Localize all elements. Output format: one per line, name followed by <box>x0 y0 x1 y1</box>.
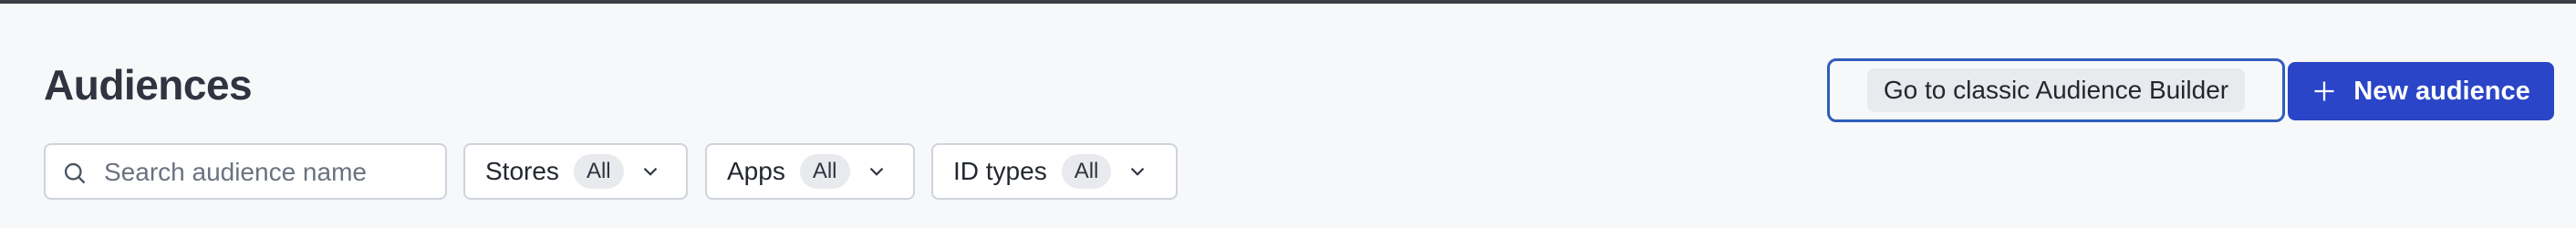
new-audience-label: New audience <box>2353 76 2530 106</box>
chevron-down-icon <box>643 167 657 176</box>
search-icon <box>64 162 86 184</box>
top-border <box>0 0 2576 4</box>
new-audience-button[interactable]: New audience <box>2288 62 2554 120</box>
filter-apps-label: Apps <box>727 157 785 185</box>
plus-icon <box>2314 81 2334 101</box>
filter-stores-label: Stores <box>485 157 559 185</box>
classic-audience-builder-label: Go to classic Audience Builder <box>1866 68 2246 112</box>
filter-id-types-value: All <box>1061 154 1112 189</box>
filter-stores-value: All <box>573 154 624 189</box>
search-input[interactable] <box>102 152 434 192</box>
chevron-down-icon <box>869 167 883 176</box>
filter-stores[interactable]: Stores All <box>463 143 688 200</box>
filter-apps[interactable]: Apps All <box>705 143 915 200</box>
filter-apps-value: All <box>799 154 850 189</box>
chevron-down-icon <box>1131 167 1145 176</box>
search-field[interactable] <box>44 143 447 200</box>
filter-id-types-label: ID types <box>953 157 1047 185</box>
page-title: Audiences <box>44 61 253 109</box>
filter-id-types[interactable]: ID types All <box>931 143 1178 200</box>
classic-audience-builder-button[interactable]: Go to classic Audience Builder <box>1827 58 2285 122</box>
